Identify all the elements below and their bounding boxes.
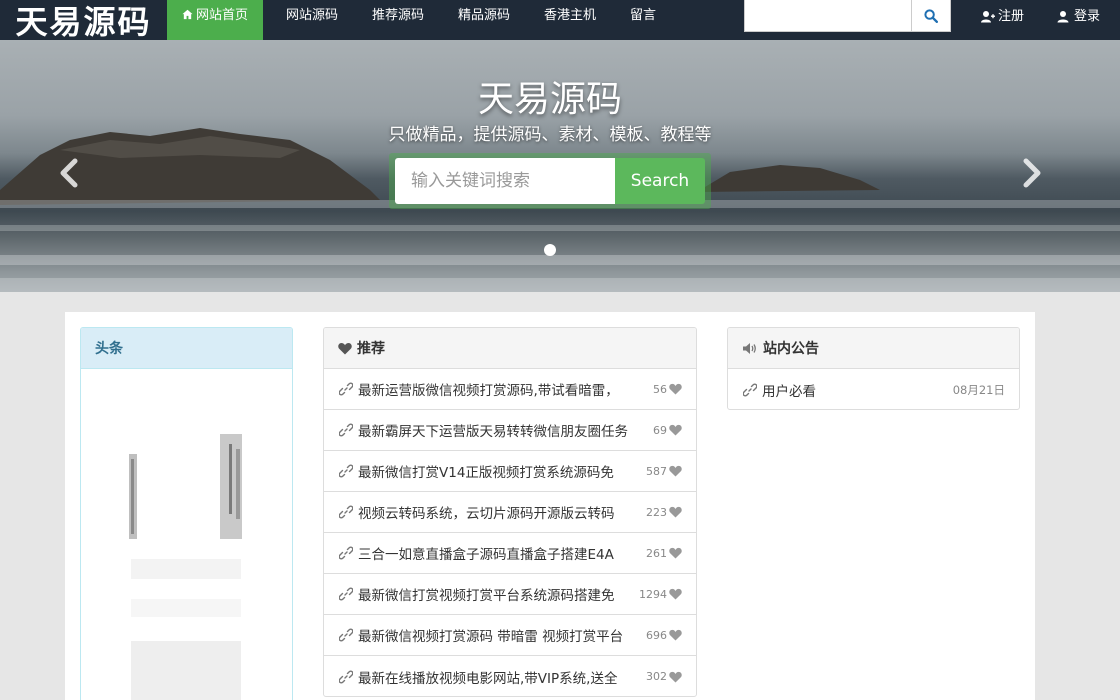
user-add-icon (981, 10, 995, 22)
nav-item-recommended[interactable]: 推荐源码 (372, 0, 424, 40)
link-icon (339, 670, 353, 683)
list-item-count: 696 (646, 628, 667, 642)
chevron-left-icon[interactable] (57, 158, 81, 188)
list-item-title: 最新微信打赏V14正版视频打赏系统源码免 (358, 465, 614, 481)
list-item[interactable]: 最新微信打赏视频打赏平台系统源码搭建免 1294 (324, 574, 696, 615)
list-item[interactable]: 最新在线播放视频电影网站,带VIP系统,送全 302 (324, 656, 696, 696)
nav-item-source[interactable]: 网站源码 (286, 0, 338, 40)
notice-panel: 站内公告 用户必看 08月21日 (727, 327, 1020, 410)
list-item-title: 最新微信视频打赏源码 带暗雷 视频打赏平台 (358, 629, 624, 645)
volume-icon (743, 342, 756, 354)
list-item-title: 最新运营版微信视频打赏源码,带试看暗雷， (358, 383, 619, 399)
list-item-title: 最新微信打赏视频打赏平台系统源码搭建免 (358, 588, 615, 604)
headline-image (129, 434, 242, 700)
nav-search-input[interactable] (744, 0, 912, 32)
site-logo[interactable]: 天易源码 (0, 0, 167, 40)
top-navbar: 天易源码 网站首页 网站源码 推荐源码 精品源码 香港主机 留言 注册 登录 (0, 0, 1120, 40)
heart-icon (669, 424, 682, 436)
heart-icon (669, 588, 682, 600)
link-icon (339, 587, 353, 601)
nav-item-home[interactable]: 网站首页 (167, 0, 264, 40)
notice-item-date: 08月21日 (952, 382, 1005, 397)
headline-image-placeholder[interactable] (81, 369, 292, 700)
heart-icon (669, 383, 682, 395)
nav-search-button[interactable] (911, 0, 951, 32)
list-item-count: 56 (653, 382, 667, 396)
list-item-title: 最新在线播放视频电影网站,带VIP系统,送全 (358, 670, 618, 687)
heart-icon (669, 629, 682, 641)
link-icon (743, 383, 757, 396)
list-item[interactable]: 三合一如意直播盒子源码直播盒子搭建E4A 261 (324, 533, 696, 574)
notice-item[interactable]: 用户必看 08月21日 (728, 369, 1019, 409)
list-item-count: 223 (646, 505, 667, 519)
heart-icon (669, 671, 682, 683)
list-item-title: 三合一如意直播盒子源码直播盒子搭建E4A (358, 547, 614, 563)
heart-icon (669, 547, 682, 559)
search-icon (924, 8, 938, 23)
register-link[interactable]: 注册 (981, 0, 1024, 32)
notice-panel-title: 站内公告 (763, 341, 819, 357)
link-icon (339, 382, 353, 396)
recommend-panel-title: 推荐 (357, 341, 385, 357)
register-label: 注册 (998, 8, 1025, 24)
login-label: 登录 (1074, 8, 1101, 24)
list-item[interactable]: 最新霸屏天下运营版天易转转微信朋友圈任务 69 (324, 410, 696, 451)
list-item[interactable]: 视频云转码系统，云切片源码开源版云转码 223 (324, 492, 696, 533)
nav-item-guestbook[interactable]: 留言 (630, 0, 656, 40)
hero-carousel: 天易源码 只做精品，提供源码、素材、模板、教程等 Search (0, 40, 1120, 292)
link-icon (339, 464, 353, 478)
user-icon (1057, 10, 1069, 22)
list-item-count: 302 (646, 670, 667, 683)
chevron-right-icon[interactable] (1020, 158, 1044, 188)
headline-panel-title: 头条 (95, 341, 123, 357)
recommend-panel-header: 推荐 (324, 328, 696, 369)
link-icon (339, 505, 353, 519)
list-item-title: 最新霸屏天下运营版天易转转微信朋友圈任务 (358, 424, 628, 440)
list-item[interactable]: 最新运营版微信视频打赏源码,带试看暗雷， 56 (324, 369, 696, 410)
hero-search-input[interactable] (395, 158, 616, 204)
nav-item-home-label: 网站首页 (196, 8, 249, 23)
list-item[interactable]: 最新微信打赏V14正版视频打赏系统源码免 587 (324, 451, 696, 492)
link-icon (339, 628, 353, 642)
list-item-count: 261 (646, 546, 667, 560)
hero-search-button[interactable]: Search (615, 158, 705, 204)
headline-panel: 头条 (80, 327, 293, 700)
link-icon (339, 423, 353, 437)
notice-item-title: 用户必看 (762, 383, 816, 400)
nav-item-premium[interactable]: 精品源码 (458, 0, 510, 40)
headline-panel-header: 头条 (81, 328, 292, 369)
heart-icon (338, 342, 352, 354)
list-item[interactable]: 最新微信视频打赏源码 带暗雷 视频打赏平台 696 (324, 615, 696, 656)
main-container: 头条 推荐 最新运营版微信视频打赏源码,带试看暗雷， 56 最新霸屏天下运营版天… (65, 312, 1035, 700)
recommend-list: 最新运营版微信视频打赏源码,带试看暗雷， 56 最新霸屏天下运营版天易转转微信朋… (324, 369, 696, 696)
hero-subtitle: 只做精品，提供源码、素材、模板、教程等 (388, 125, 712, 145)
carousel-indicator-active[interactable] (544, 244, 556, 256)
heart-icon (669, 465, 682, 477)
list-item-title: 视频云转码系统，云切片源码开源版云转码 (358, 506, 615, 522)
list-item-count: 69 (653, 423, 667, 437)
list-item-count: 587 (646, 464, 667, 478)
home-icon (182, 9, 193, 20)
login-link[interactable]: 登录 (1057, 0, 1100, 32)
recommend-panel: 推荐 最新运营版微信视频打赏源码,带试看暗雷， 56 最新霸屏天下运营版天易转转… (323, 327, 697, 697)
hero-title: 天易源码 (477, 79, 622, 120)
link-icon (339, 546, 353, 560)
nav-item-hk-hosting[interactable]: 香港主机 (544, 0, 596, 40)
notice-panel-header: 站内公告 (728, 328, 1019, 369)
heart-icon (669, 506, 682, 518)
list-item-count: 1294 (639, 587, 667, 601)
